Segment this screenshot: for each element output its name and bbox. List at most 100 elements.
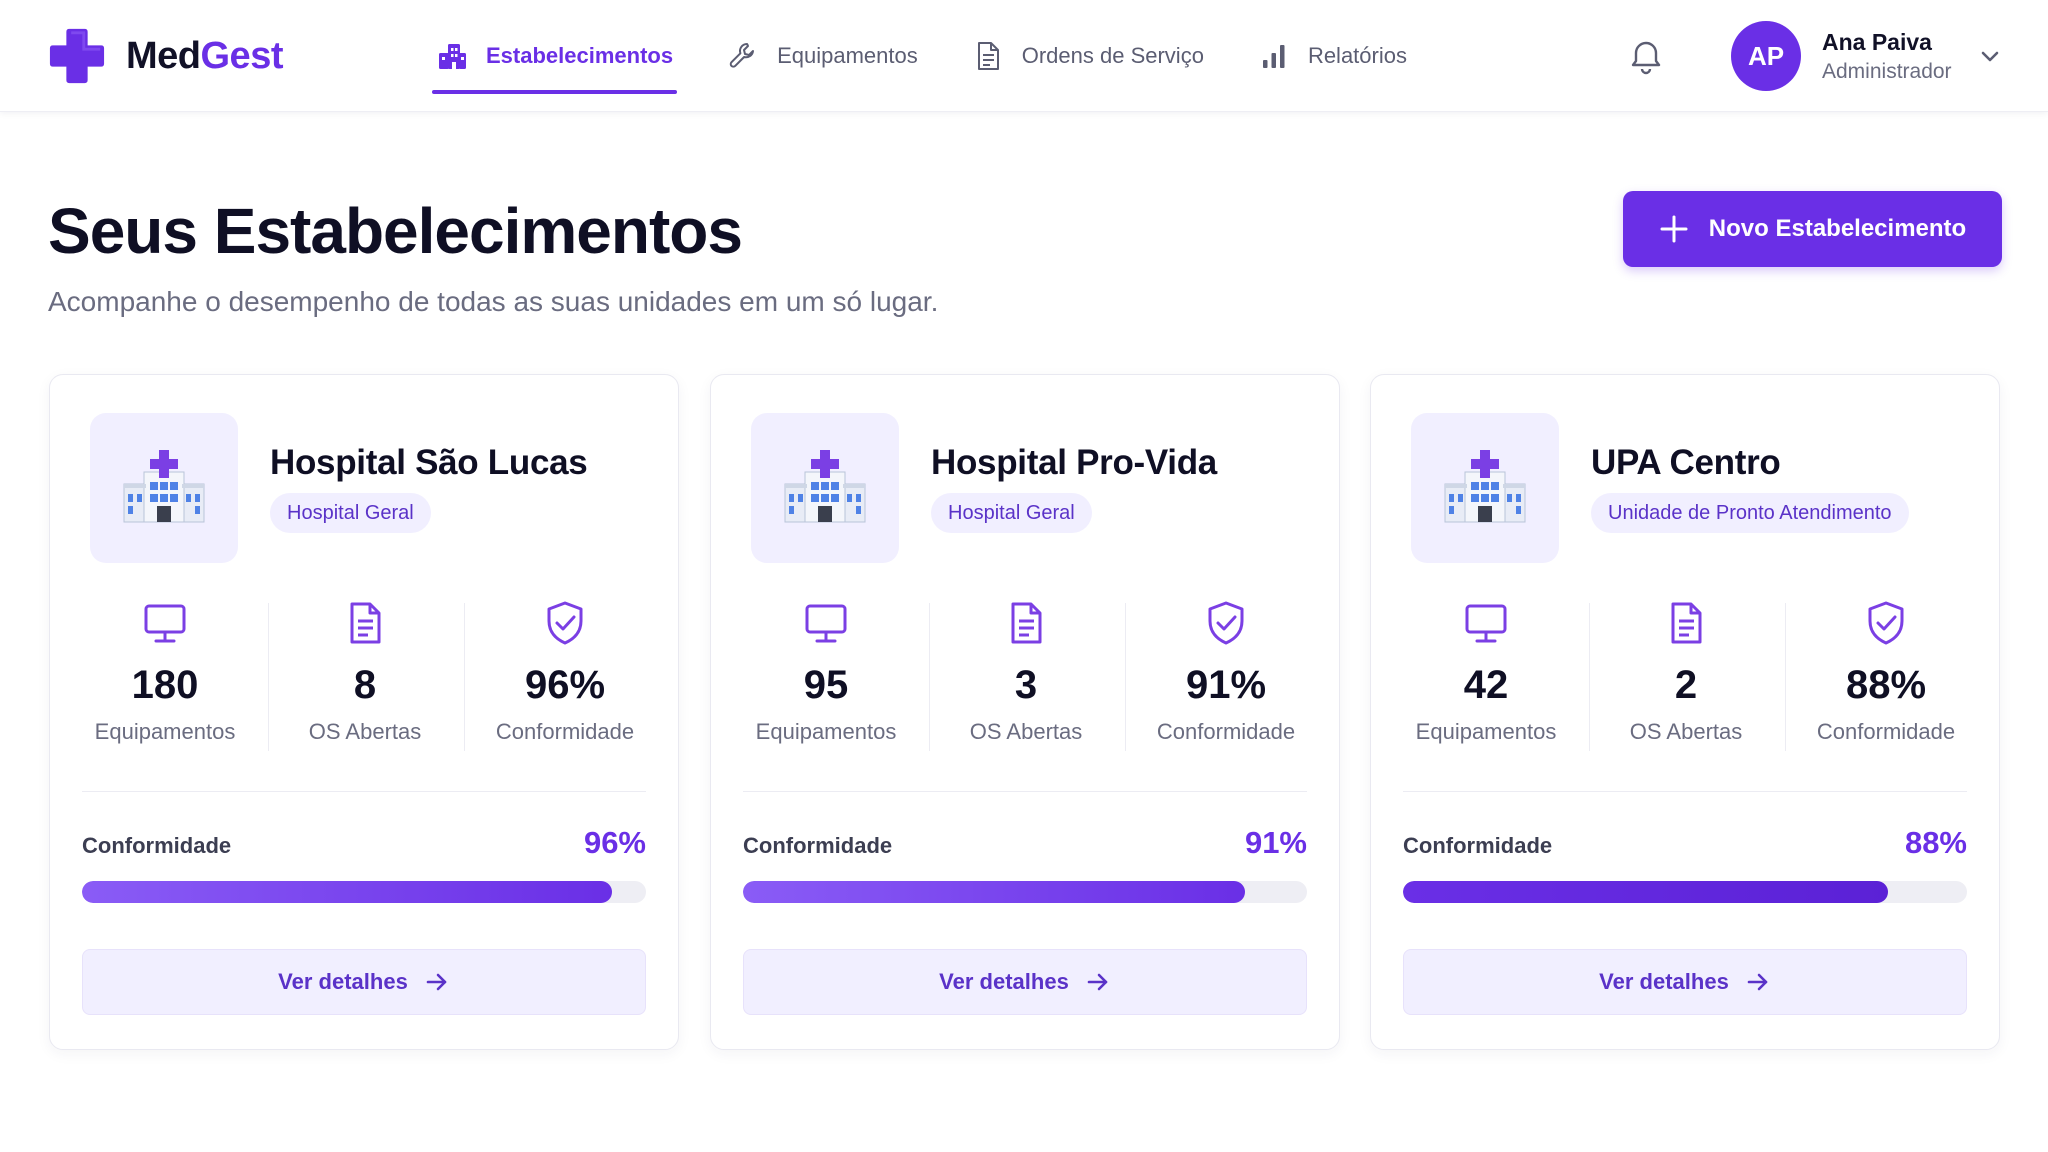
stat-equipamentos: 95 Equipamentos [726, 599, 926, 749]
conformity-progress-bar [82, 881, 646, 903]
establishment-type-badge: Hospital Geral [270, 493, 431, 533]
arrow-right-icon [1087, 973, 1108, 991]
page-title: Seus Estabelecimentos [48, 195, 743, 267]
view-details-label: Ver detalhes [939, 969, 1069, 994]
stat-divider [464, 603, 465, 751]
conformity-label: Conformidade [743, 833, 893, 858]
document-icon [1671, 602, 1702, 644]
hospital-icon [1444, 450, 1526, 523]
establishment-name: UPA Centro [1591, 443, 1781, 482]
nav-item-label: Ordens de Serviço [1021, 43, 1204, 68]
stat-label: Conformidade [1156, 719, 1296, 744]
chevron-down-icon[interactable] [1976, 42, 2004, 70]
wrench-icon [729, 43, 755, 68]
stat-value: 2 [1674, 663, 1698, 707]
stat-divider [1125, 603, 1126, 751]
view-details-button[interactable]: Ver detalhes [743, 949, 1307, 1015]
stat-divider [1785, 603, 1786, 751]
conformity-value: 96% [583, 825, 646, 860]
view-details-label: Ver detalhes [278, 969, 408, 994]
monitor-icon [1465, 604, 1507, 643]
hospital-thumbnail [1411, 413, 1559, 563]
stat-label: Equipamentos [1415, 719, 1557, 744]
stat-value: 3 [1014, 663, 1038, 707]
establishment-type-badge: Unidade de Pronto Atendimento [1591, 493, 1909, 533]
conformity-value: 88% [1904, 825, 1967, 860]
stat-label: OS Abertas [969, 719, 1083, 744]
plus-icon [1660, 215, 1688, 243]
medical-cross-logo-icon [49, 28, 105, 84]
brand-name-part-2: Gest [200, 34, 284, 77]
user-name: Ana Paiva [1822, 29, 1932, 55]
nav-item-ordens-de-servico[interactable]: Ordens de Serviço [968, 0, 1208, 112]
conformity-progress-fill [1403, 881, 1889, 903]
brand-name: MedGest [126, 35, 283, 78]
hospital-thumbnail [751, 413, 899, 563]
arrow-right-icon [1747, 973, 1768, 991]
stat-label: Equipamentos [94, 719, 236, 744]
user-role: Administrador [1822, 60, 1952, 83]
nav-item-estabelecimentos[interactable]: Estabelecimentos [432, 0, 678, 112]
brand-name-part-1: Med [126, 34, 201, 77]
arrow-right-icon [426, 973, 447, 991]
shield-check-icon [1868, 601, 1904, 645]
new-establishment-button[interactable]: Novo Estabelecimento [1623, 191, 2002, 267]
stat-divider [1589, 603, 1590, 751]
stat-value: 95 [803, 663, 849, 707]
conformity-progress-bar [1403, 881, 1967, 903]
stat-value: 180 [131, 663, 199, 707]
stat-label: Conformidade [495, 719, 635, 744]
stat-conformidade: 88% Conformidade [1786, 599, 1986, 749]
stat-os-abertas: 8 OS Abertas [265, 599, 465, 749]
stat-value: 8 [353, 663, 377, 707]
stat-value: 96% [524, 663, 606, 707]
stat-value: 88% [1845, 663, 1927, 707]
card-divider [82, 791, 646, 792]
establishment-name: Hospital São Lucas [270, 443, 588, 482]
bar-chart-icon [1262, 45, 1285, 68]
main-nav: Estabelecimentos Equipamentos Ordens de … [432, 0, 1457, 112]
document-icon [977, 42, 999, 70]
establishment-type-badge: Hospital Geral [931, 493, 1092, 533]
card-divider [743, 791, 1307, 792]
brand[interactable]: MedGest [48, 26, 283, 86]
stat-divider [268, 603, 269, 751]
stats-row: 180 Equipamentos 8 OS Abertas 96% Confor… [50, 599, 680, 749]
nav-item-equipamentos[interactable]: Equipamentos [723, 0, 922, 112]
shield-check-icon [547, 601, 583, 645]
stat-os-abertas: 3 OS Abertas [926, 599, 1126, 749]
stat-equipamentos: 180 Equipamentos [65, 599, 265, 749]
document-icon [1011, 602, 1042, 644]
hospital-icon [784, 450, 866, 523]
hospital-thumbnail [90, 413, 238, 563]
top-navigation-bar: MedGest Estabelecimentos Equipamentos Or… [0, 0, 2048, 112]
nav-item-label: Relatórios [1307, 43, 1407, 68]
conformity-label: Conformidade [82, 833, 232, 858]
page-subtitle: Acompanhe o desempenho de todas as suas … [48, 286, 939, 317]
stat-os-abertas: 2 OS Abertas [1586, 599, 1786, 749]
stats-row: 42 Equipamentos 2 OS Abertas 88% Conform… [1371, 599, 2001, 749]
stat-divider [929, 603, 930, 751]
view-details-button[interactable]: Ver detalhes [1403, 949, 1967, 1015]
nav-item-label: Equipamentos [777, 43, 918, 68]
stat-conformidade: 96% Conformidade [465, 599, 665, 749]
bell-icon[interactable] [1626, 37, 1666, 77]
monitor-icon [144, 604, 186, 643]
stat-value: 42 [1463, 663, 1509, 707]
monitor-icon [805, 604, 847, 643]
stat-label: Equipamentos [755, 719, 897, 744]
establishment-card-1: Hospital São Lucas Hospital Geral 180 Eq… [49, 374, 679, 1050]
establishment-card-3: UPA Centro Unidade de Pronto Atendimento… [1370, 374, 2000, 1050]
stat-value: 91% [1185, 663, 1267, 707]
document-icon [350, 602, 381, 644]
stat-conformidade: 91% Conformidade [1126, 599, 1326, 749]
stat-label: Conformidade [1816, 719, 1956, 744]
stat-label: OS Abertas [1629, 719, 1743, 744]
stat-equipamentos: 42 Equipamentos [1386, 599, 1586, 749]
view-details-button[interactable]: Ver detalhes [82, 949, 646, 1015]
nav-item-relatorios[interactable]: Relatórios [1254, 0, 1411, 112]
conformity-progress-fill [82, 881, 613, 903]
avatar[interactable]: AP [1731, 21, 1801, 91]
new-establishment-label: Novo Estabelecimento [1708, 215, 1967, 242]
shield-check-icon [1208, 601, 1244, 645]
